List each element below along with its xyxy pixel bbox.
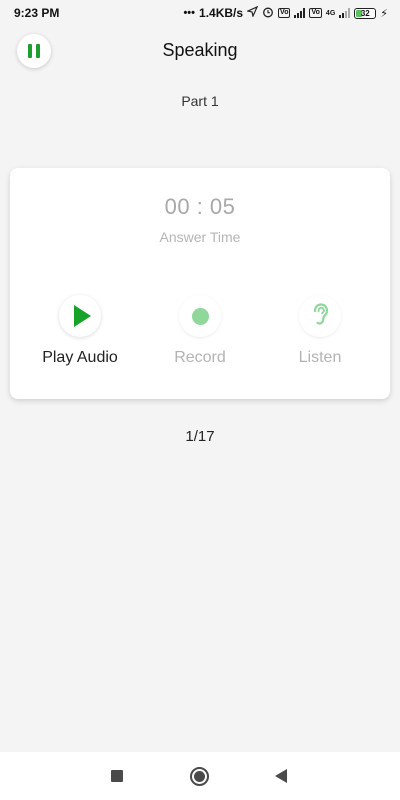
dots-icon: ••• [183, 7, 196, 19]
volte-icon: Vo [309, 8, 322, 18]
play-icon [73, 305, 91, 327]
record-button[interactable]: Record [140, 295, 260, 367]
record-label: Record [174, 349, 226, 366]
play-audio-circle[interactable] [59, 295, 101, 337]
net-speed: 1.4KB/s [199, 6, 244, 20]
location-arrow-icon [246, 5, 259, 20]
system-nav-bar [0, 752, 400, 800]
charging-icon: ⚡ [380, 7, 388, 20]
alarm-icon [262, 6, 274, 21]
status-icons: ••• 1.4KB/s Vo Vo 4G 32 ⚡ [183, 5, 388, 21]
listen-label: Listen [298, 349, 342, 366]
4g-icon: 4G [325, 9, 336, 17]
listen-circle[interactable] [299, 295, 341, 337]
battery-icon: 32 [354, 7, 377, 19]
question-progress: 1/17 [185, 428, 215, 445]
back-icon[interactable] [275, 769, 287, 783]
signal-icon [294, 8, 306, 18]
play-audio-button[interactable]: Play Audio [20, 295, 140, 367]
battery-level: 32 [360, 8, 370, 18]
page-title: Speaking [162, 40, 238, 60]
header: Speaking [0, 30, 400, 74]
status-time: 9:23 PM [14, 6, 60, 20]
record-circle[interactable] [179, 295, 221, 337]
part-label: Part 1 [181, 93, 219, 109]
speaking-card: 00 : 05 Answer Time Play Audio Record Li… [10, 168, 390, 399]
status-bar: 9:23 PM ••• 1.4KB/s Vo Vo 4G 32 ⚡ [0, 0, 400, 26]
recents-icon[interactable] [111, 770, 123, 782]
play-audio-label: Play Audio [42, 349, 118, 366]
action-row: Play Audio Record Listen [10, 295, 390, 367]
record-icon [191, 307, 209, 325]
signal-icon [339, 8, 351, 18]
answer-time-label: Answer Time [159, 229, 241, 245]
ear-icon [311, 302, 329, 330]
answer-timer: 00 : 05 [164, 194, 236, 219]
volte-icon: Vo [278, 8, 291, 18]
listen-button[interactable]: Listen [260, 295, 380, 367]
home-icon[interactable] [190, 767, 209, 786]
